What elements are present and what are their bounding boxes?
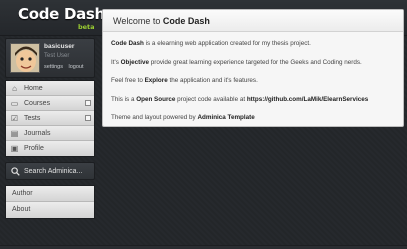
app-logo[interactable]: Code Dash beta [18,5,105,33]
title-prefix: Welcome to [113,16,163,26]
nav-item-tests[interactable]: ☑ Tests [6,111,94,126]
title-app-name: Code Dash [162,16,210,26]
theme-prefix: Theme and layout powered by [111,114,198,121]
logo-text: Code Dash [18,5,105,23]
secondary-nav: Author About [5,185,95,219]
nav-item-about[interactable]: About [6,202,94,218]
user-panel: basicuser Test User settings logout [5,38,95,78]
search-label: Search Adminica... [24,168,83,175]
open-source-paragraph: This is a Open Source project code avail… [111,96,403,115]
objective-text: provide great learning experience target… [148,58,362,66]
home-icon: ⌂ [12,84,17,93]
open-source-prefix: This is a [111,95,137,103]
nav-item-journals[interactable]: ▤ Journals [6,126,94,141]
github-link[interactable]: https://github.com/LaMik/ElearnServices [247,96,368,103]
bottom-bar [0,245,407,249]
nav-item-courses[interactable]: ▭ Courses [6,96,94,111]
explore-prefix: Feel free to [111,77,145,84]
nav-item-label: Courses [24,100,51,107]
expand-icon[interactable] [85,115,91,121]
nav-item-label: Tests [24,115,41,122]
open-source-mid: project code available at [175,95,247,103]
explore-paragraph: Feel free to Explore the application and… [111,77,403,96]
app-window: Code Dash beta basicuser Test User setti… [0,0,407,249]
welcome-panel: Welcome to Code Dash Code Dash is a elea… [102,9,404,127]
search-input[interactable]: Search Adminica... [5,162,95,180]
explore-text: the application and it's features. [167,77,258,84]
journal-icon: ▤ [10,129,19,138]
nav-item-label: Journals [24,130,51,137]
explore-strong: Explore [144,77,168,84]
app-name-strong: Code Dash [111,40,144,47]
checkbox-icon: ☑ [10,114,19,123]
nav-item-home[interactable]: ⌂ Home [6,81,94,96]
intro-text: is a elearning web application created f… [143,40,311,47]
adminica-template-link[interactable]: Adminica Template [197,114,254,121]
user-links: settings logout [44,64,88,70]
profile-icon: ▣ [10,144,19,153]
nav-item-label: Profile [24,145,44,152]
avatar[interactable] [10,43,40,73]
main-nav: ⌂ Home ▭ Courses ☑ Tests ▤ Journals ▣ Pr… [5,80,95,157]
nav-item-profile[interactable]: ▣ Profile [6,141,94,156]
expand-icon[interactable] [85,100,91,106]
open-source-strong: Open Source [136,95,176,103]
cartoon-face-icon [11,44,39,72]
user-name: basicuser [44,43,75,50]
sidebar: basicuser Test User settings logout ⌂ Ho… [5,38,95,219]
panel-body: Code Dash is a elearning web application… [103,32,403,133]
beta-badge: beta [78,23,95,31]
nav-item-label: Home [24,85,43,92]
folder-icon: ▭ [10,99,19,108]
panel-title: Welcome to Code Dash [103,10,403,32]
logout-link[interactable]: logout [69,64,84,70]
user-role: Test User [44,53,70,59]
objective-prefix: It's [111,58,121,66]
objective-strong: Objective [120,58,149,66]
theme-paragraph: Theme and layout powered by Adminica Tem… [111,114,403,133]
intro-paragraph: Code Dash is a elearning web application… [111,40,403,59]
objective-paragraph: It's Objective provide great learning ex… [111,59,403,78]
settings-link[interactable]: settings [44,64,63,70]
nav-item-author[interactable]: Author [6,186,94,202]
search-icon [11,167,20,176]
